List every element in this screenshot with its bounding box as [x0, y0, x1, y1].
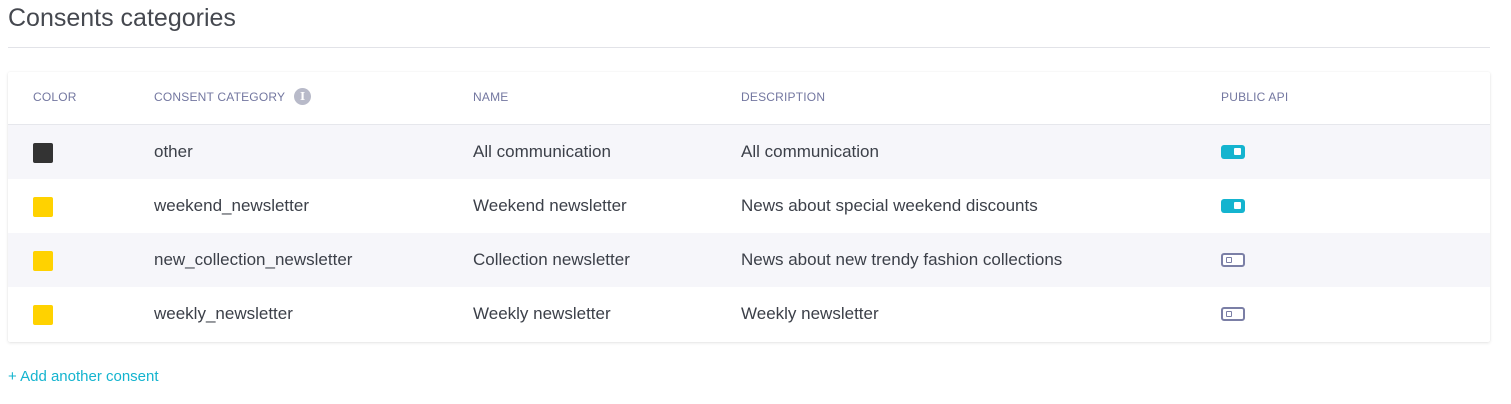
public-api-toggle[interactable]: [1221, 307, 1245, 321]
category-cell: new_collection_newsletter: [154, 250, 353, 269]
category-cell: weekend_newsletter: [154, 196, 309, 215]
page-title: Consents categories: [8, 4, 236, 32]
title-divider: [8, 47, 1490, 48]
header-consent-category[interactable]: CONSENT CATEGORY i: [154, 87, 312, 105]
header-description[interactable]: DESCRIPTION: [741, 90, 825, 104]
description-cell: Weekly newsletter: [741, 304, 879, 323]
add-consent-link[interactable]: + Add another consent: [8, 368, 159, 385]
consents-page: Consents categories COLOR CONSENT CATEGO…: [0, 0, 1511, 404]
name-cell: Weekend newsletter: [473, 196, 627, 215]
description-cell: News about special weekend discounts: [741, 196, 1038, 215]
color-swatch[interactable]: [33, 143, 53, 163]
header-public-api[interactable]: PUBLIC API: [1221, 90, 1288, 104]
info-icon[interactable]: i: [294, 87, 312, 105]
table-row[interactable]: weekend_newsletter Weekend newsletter Ne…: [8, 179, 1490, 233]
header-color[interactable]: COLOR: [33, 90, 77, 104]
table-row[interactable]: new_collection_newsletter Collection new…: [8, 233, 1490, 287]
category-cell: weekly_newsletter: [154, 304, 293, 323]
public-api-toggle[interactable]: [1221, 199, 1245, 213]
description-cell: News about new trendy fashion collection…: [741, 250, 1063, 269]
name-cell: Weekly newsletter: [473, 304, 611, 323]
public-api-toggle[interactable]: [1221, 253, 1245, 267]
table-header: COLOR CONSENT CATEGORY i NAME DESCRIPTION…: [8, 72, 1490, 125]
header-consent-category-label: CONSENT CATEGORY: [154, 90, 286, 104]
table-row[interactable]: other All communication All communicatio…: [8, 125, 1490, 179]
name-cell: Collection newsletter: [473, 250, 630, 269]
color-swatch[interactable]: [33, 197, 53, 217]
name-cell: All communication: [473, 142, 611, 161]
consents-table: COLOR CONSENT CATEGORY i NAME DESCRIPTION…: [8, 72, 1490, 342]
description-cell: All communication: [741, 142, 879, 161]
color-swatch[interactable]: [33, 251, 53, 271]
public-api-toggle[interactable]: [1221, 145, 1245, 159]
color-swatch[interactable]: [33, 305, 53, 325]
header-name[interactable]: NAME: [473, 90, 508, 104]
category-cell: other: [154, 142, 193, 161]
table-row[interactable]: weekly_newsletter Weekly newsletter Week…: [8, 287, 1490, 341]
